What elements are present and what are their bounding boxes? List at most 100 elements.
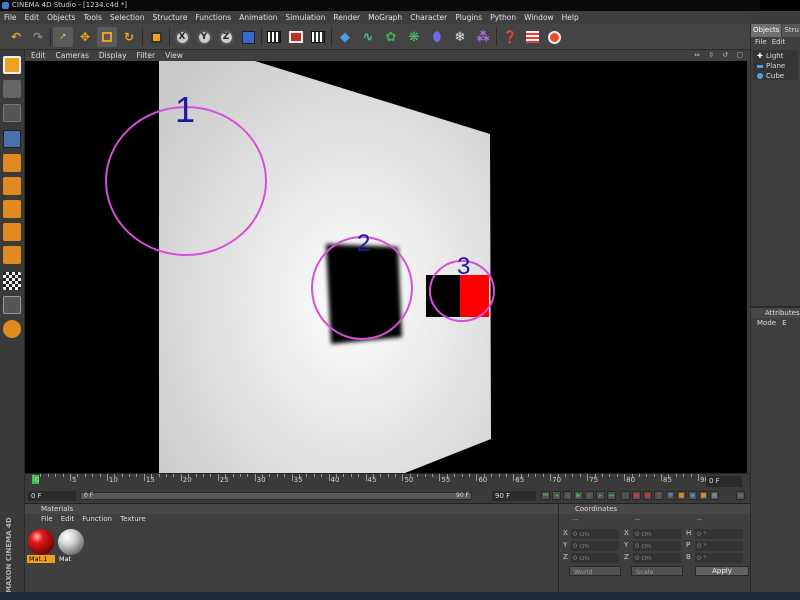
- deformer-icon[interactable]: ⬮: [427, 27, 447, 47]
- undo-icon[interactable]: ↶: [6, 27, 26, 47]
- menu-mograph[interactable]: MoGraph: [368, 13, 402, 22]
- rotation-p-field[interactable]: 0 °: [695, 541, 743, 551]
- menu-character[interactable]: Character: [410, 13, 447, 22]
- menu-tools[interactable]: Tools: [83, 13, 101, 22]
- materials-menu-texture[interactable]: Texture: [120, 514, 146, 525]
- array-icon[interactable]: ❋: [404, 27, 424, 47]
- rotation-key-icon[interactable]: ◉: [688, 491, 697, 500]
- autokey-icon[interactable]: ●: [643, 491, 652, 500]
- position-z-field[interactable]: 0 cm: [571, 553, 619, 563]
- menu-plugins[interactable]: Plugins: [455, 13, 482, 22]
- menu-animation[interactable]: Animation: [239, 13, 277, 22]
- snap-icon[interactable]: [3, 272, 21, 290]
- objects-menu-edit[interactable]: Edit: [772, 37, 786, 48]
- coordinate-space-dropdown[interactable]: World: [569, 566, 621, 576]
- position-y-field[interactable]: 0 cm: [571, 541, 619, 551]
- scale-icon[interactable]: [97, 27, 117, 47]
- sculpt-icon[interactable]: [3, 320, 21, 338]
- objects-menu-file[interactable]: File: [755, 37, 767, 48]
- x-axis-icon[interactable]: X: [172, 27, 192, 47]
- previous-frame-icon[interactable]: ◃: [563, 491, 572, 500]
- render-settings-icon[interactable]: [308, 27, 328, 47]
- coordinate-system-icon[interactable]: [238, 27, 258, 47]
- render-picture-viewer-icon[interactable]: [286, 27, 306, 47]
- object-item-cube[interactable]: Cube: [753, 71, 798, 81]
- menu-window[interactable]: Window: [524, 13, 554, 22]
- menu-python[interactable]: Python: [490, 13, 516, 22]
- play-icon[interactable]: ▶: [574, 491, 583, 500]
- model-mode-icon[interactable]: [3, 80, 21, 98]
- axis-mode-icon[interactable]: [3, 154, 21, 172]
- attributes-menu-mode[interactable]: Mode: [757, 318, 776, 329]
- viewport-nav-icons[interactable]: ⇔ ⇳ ↺ ▢: [694, 51, 746, 59]
- render-view-icon[interactable]: [264, 27, 284, 47]
- timeline-ruler[interactable]: 0 5 10 15 20 25 30 35 40 45 50 55 60 65 70 75 80 85 90: [25, 474, 709, 490]
- viewport-menu-edit[interactable]: Edit: [31, 51, 46, 60]
- menu-functions[interactable]: Functions: [195, 13, 231, 22]
- object-item-light[interactable]: ✚ Light: [753, 51, 798, 61]
- timeline-settings-icon[interactable]: ≡: [736, 491, 745, 500]
- light-grid-icon[interactable]: [522, 27, 542, 47]
- current-frame-field[interactable]: 0 F: [706, 476, 742, 487]
- rotation-b-field[interactable]: 0 °: [695, 553, 743, 563]
- go-to-end-icon[interactable]: ⏭: [607, 491, 616, 500]
- rotation-h-field[interactable]: 0 °: [695, 529, 743, 539]
- points-mode-icon[interactable]: [3, 177, 21, 195]
- texture-mode-icon[interactable]: [3, 104, 21, 122]
- scene-icon[interactable]: ❄: [450, 27, 470, 47]
- scale-key-icon[interactable]: ■: [677, 491, 686, 500]
- size-y-field[interactable]: 0 cm: [633, 541, 681, 551]
- coordinate-mode-dropdown[interactable]: Scale: [631, 566, 683, 576]
- menu-selection[interactable]: Selection: [110, 13, 145, 22]
- window-controls[interactable]: [760, 0, 800, 11]
- recent-tool-icon[interactable]: [146, 27, 166, 47]
- next-keyframe-icon[interactable]: ▸: [596, 491, 605, 500]
- cube-primitive-icon[interactable]: ◆: [335, 27, 355, 47]
- position-key-icon[interactable]: ✥: [666, 491, 675, 500]
- tab-objects[interactable]: Objects: [751, 24, 782, 37]
- materials-menu-edit[interactable]: Edit: [61, 514, 75, 525]
- make-editable-icon[interactable]: [3, 56, 21, 74]
- next-frame-icon[interactable]: ▹: [585, 491, 594, 500]
- menu-edit[interactable]: Edit: [25, 13, 40, 22]
- material-swatch-2[interactable]: Mat: [57, 527, 85, 563]
- timeline[interactable]: 0 5 10 15 20 25 30 35 40 45 50 55 60 65 70 75 80 85 90 0 F: [25, 473, 750, 489]
- snap-settings-icon[interactable]: [3, 296, 21, 314]
- python-script-icon[interactable]: [544, 27, 564, 47]
- live-selection-icon[interactable]: ➚: [53, 27, 73, 47]
- 3d-viewport[interactable]: 1 2 3: [25, 61, 747, 473]
- size-z-field[interactable]: 0 cm: [633, 553, 681, 563]
- viewport-menu-cameras[interactable]: Cameras: [56, 51, 89, 60]
- environment-icon[interactable]: ⁂: [473, 27, 493, 47]
- apply-button[interactable]: Apply: [695, 566, 749, 576]
- redo-icon[interactable]: ↷: [28, 27, 48, 47]
- menu-render[interactable]: Render: [333, 13, 360, 22]
- end-frame-field[interactable]: 90 F: [492, 491, 536, 501]
- edges-mode-icon[interactable]: [3, 200, 21, 218]
- subdivision-surface-icon[interactable]: ✿: [381, 27, 401, 47]
- start-frame-field[interactable]: 0 F: [28, 491, 76, 501]
- tab-structure[interactable]: Stru: [782, 24, 800, 37]
- menu-file[interactable]: File: [4, 13, 17, 22]
- previous-keyframe-icon[interactable]: ◂: [552, 491, 561, 500]
- attributes-menu-edit[interactable]: E: [782, 318, 786, 329]
- workplane-icon[interactable]: [3, 130, 21, 148]
- menu-structure[interactable]: Structure: [153, 13, 188, 22]
- spline-pen-icon[interactable]: ∿: [358, 27, 378, 47]
- z-axis-icon[interactable]: Z: [216, 27, 236, 47]
- materials-menu-file[interactable]: File: [41, 514, 53, 525]
- camera-icon[interactable]: ❓: [500, 27, 520, 47]
- viewport-menu-filter[interactable]: Filter: [137, 51, 156, 60]
- menu-objects[interactable]: Objects: [47, 13, 75, 22]
- material-swatch-1[interactable]: Mat.1: [27, 527, 55, 563]
- keyframe-selection-icon[interactable]: ?: [654, 491, 663, 500]
- viewport-menu-view[interactable]: View: [165, 51, 183, 60]
- go-to-start-icon[interactable]: ⏮: [541, 491, 550, 500]
- preview-range-slider[interactable]: 0 F 90 F: [80, 492, 472, 500]
- viewport-menu-display[interactable]: Display: [99, 51, 127, 60]
- point-level-icon[interactable]: ▦: [710, 491, 719, 500]
- param-key-icon[interactable]: ■: [699, 491, 708, 500]
- position-x-field[interactable]: 0 cm: [571, 529, 619, 539]
- object-item-plane[interactable]: Plane: [753, 61, 798, 71]
- uv-mode-icon[interactable]: [3, 246, 21, 264]
